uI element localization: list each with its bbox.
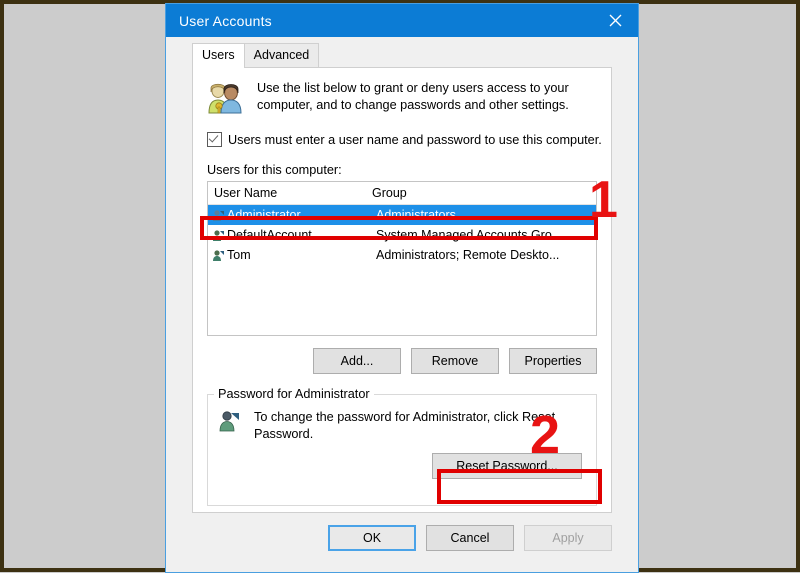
close-icon[interactable] <box>592 4 638 37</box>
require-login-checkbox[interactable] <box>207 132 222 147</box>
tab-users-label: Users <box>202 48 235 62</box>
password-group-box: Password for Administrator To change the… <box>207 387 597 506</box>
listview-rows: Administrator Administrators DefaultAcco… <box>208 205 596 335</box>
list-item-name: DefaultAccount <box>227 228 312 242</box>
tab-advanced-label: Advanced <box>253 48 310 62</box>
cancel-button[interactable]: Cancel <box>426 525 514 551</box>
listview-header: User Name Group <box>208 182 596 205</box>
window-title: User Accounts <box>179 12 272 29</box>
list-item-name: Tom <box>227 248 251 262</box>
user-icon <box>212 229 225 242</box>
list-item-name: Administrator <box>227 208 301 222</box>
remove-button[interactable]: Remove <box>411 348 499 374</box>
reset-password-button[interactable]: Reset Password... <box>432 453 582 479</box>
column-header-user-name[interactable]: User Name <box>208 186 372 200</box>
intro-text: Use the list below to grant or deny user… <box>257 81 569 112</box>
list-item-defaultaccount[interactable]: DefaultAccount System Managed Accounts G… <box>208 225 596 245</box>
tab-users[interactable]: Users <box>192 43 245 68</box>
dialog-footer: OK Cancel Apply <box>166 513 638 572</box>
user-icon <box>212 209 225 222</box>
ok-button[interactable]: OK <box>328 525 416 551</box>
user-icon <box>212 249 225 262</box>
users-tab-panel: Use the list below to grant or deny user… <box>192 67 612 513</box>
add-button[interactable]: Add... <box>313 348 401 374</box>
screenshot-page: User Accounts Users Advanced Use the lis… <box>4 3 796 573</box>
users-group-icon <box>207 82 243 114</box>
list-item-group: Administrators; Remote Deskto... <box>376 248 560 262</box>
password-group-title: Password for Administrator <box>214 387 374 401</box>
column-header-group[interactable]: Group <box>372 186 596 200</box>
users-listview[interactable]: User Name Group Administrator Administra… <box>207 181 597 336</box>
properties-button[interactable]: Properties <box>509 348 597 374</box>
tab-strip: Users Advanced <box>166 43 638 68</box>
list-action-buttons: Add... Remove Properties <box>193 348 597 374</box>
users-list-label: Users for this computer: <box>207 163 342 177</box>
user-accounts-dialog: User Accounts Users Advanced Use the lis… <box>165 3 639 573</box>
list-item-tom[interactable]: Tom Administrators; Remote Deskto... <box>208 245 596 265</box>
require-login-checkbox-row[interactable]: Users must enter a user name and passwor… <box>207 132 611 147</box>
list-item-administrator[interactable]: Administrator Administrators <box>208 205 596 225</box>
require-login-label: Users must enter a user name and passwor… <box>228 132 602 147</box>
list-item-group: System Managed Accounts Gro... <box>376 228 563 242</box>
intro-block: Use the list below to grant or deny user… <box>193 68 611 114</box>
user-key-icon <box>218 410 240 432</box>
list-item-group: Administrators <box>376 208 456 222</box>
title-bar: User Accounts <box>166 4 638 37</box>
apply-button: Apply <box>524 525 612 551</box>
password-group-description: To change the password for Administrator… <box>254 410 556 441</box>
tab-advanced[interactable]: Advanced <box>243 43 320 68</box>
